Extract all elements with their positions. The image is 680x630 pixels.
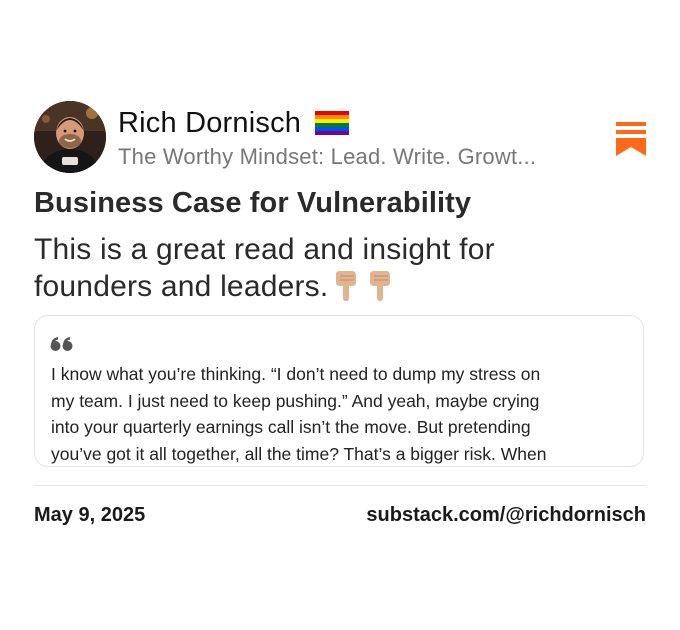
substack-note-card: Rich Dornisch The Worthy Mindset: Lead. … <box>0 0 680 630</box>
rainbow-flag-icon <box>315 110 350 143</box>
post-date: May 9, 2025 <box>34 504 146 526</box>
quote-line: you’ve got it all together, all the time… <box>51 443 547 464</box>
author-name-text: Rich Dornisch <box>118 107 302 139</box>
quote-line: into your quarterly earnings call isn’t … <box>51 417 531 437</box>
footer-divider <box>34 485 646 486</box>
post-body-line-with-emoji: founders and leaders. <box>34 268 646 311</box>
post-title[interactable]: Business Case for Vulnerability <box>34 187 471 220</box>
author-header: Rich Dornisch The Worthy Mindset: Lead. … <box>34 101 646 177</box>
publication-name[interactable]: The Worthy Mindset: Lead. Write. Growt..… <box>118 144 536 170</box>
quote-preview[interactable]: I know what you’re thinking. “I don’t ne… <box>34 315 644 467</box>
quote-mark-icon <box>50 336 74 357</box>
avatar-photo <box>34 101 106 173</box>
pointing-down-hand-icon <box>366 270 396 311</box>
post-body-line-text: founders and leaders. <box>34 270 329 303</box>
substack-logo-icon[interactable] <box>616 122 646 156</box>
pointing-down-hand-icon <box>332 270 362 311</box>
author-name[interactable]: Rich Dornisch <box>118 107 350 143</box>
profile-url-link[interactable]: substack.com/@richdornisch <box>366 504 646 527</box>
post-body-line: This is a great read and insight for <box>34 233 495 266</box>
post-body: This is a great read and insight for fou… <box>34 231 646 311</box>
author-avatar[interactable] <box>34 101 106 173</box>
quote-text: I know what you’re thinking. “I don’t ne… <box>51 361 641 466</box>
quote-line: I know what you’re thinking. “I don’t ne… <box>51 364 541 384</box>
quote-line: my team. I just need to keep pushing.” A… <box>51 390 540 411</box>
